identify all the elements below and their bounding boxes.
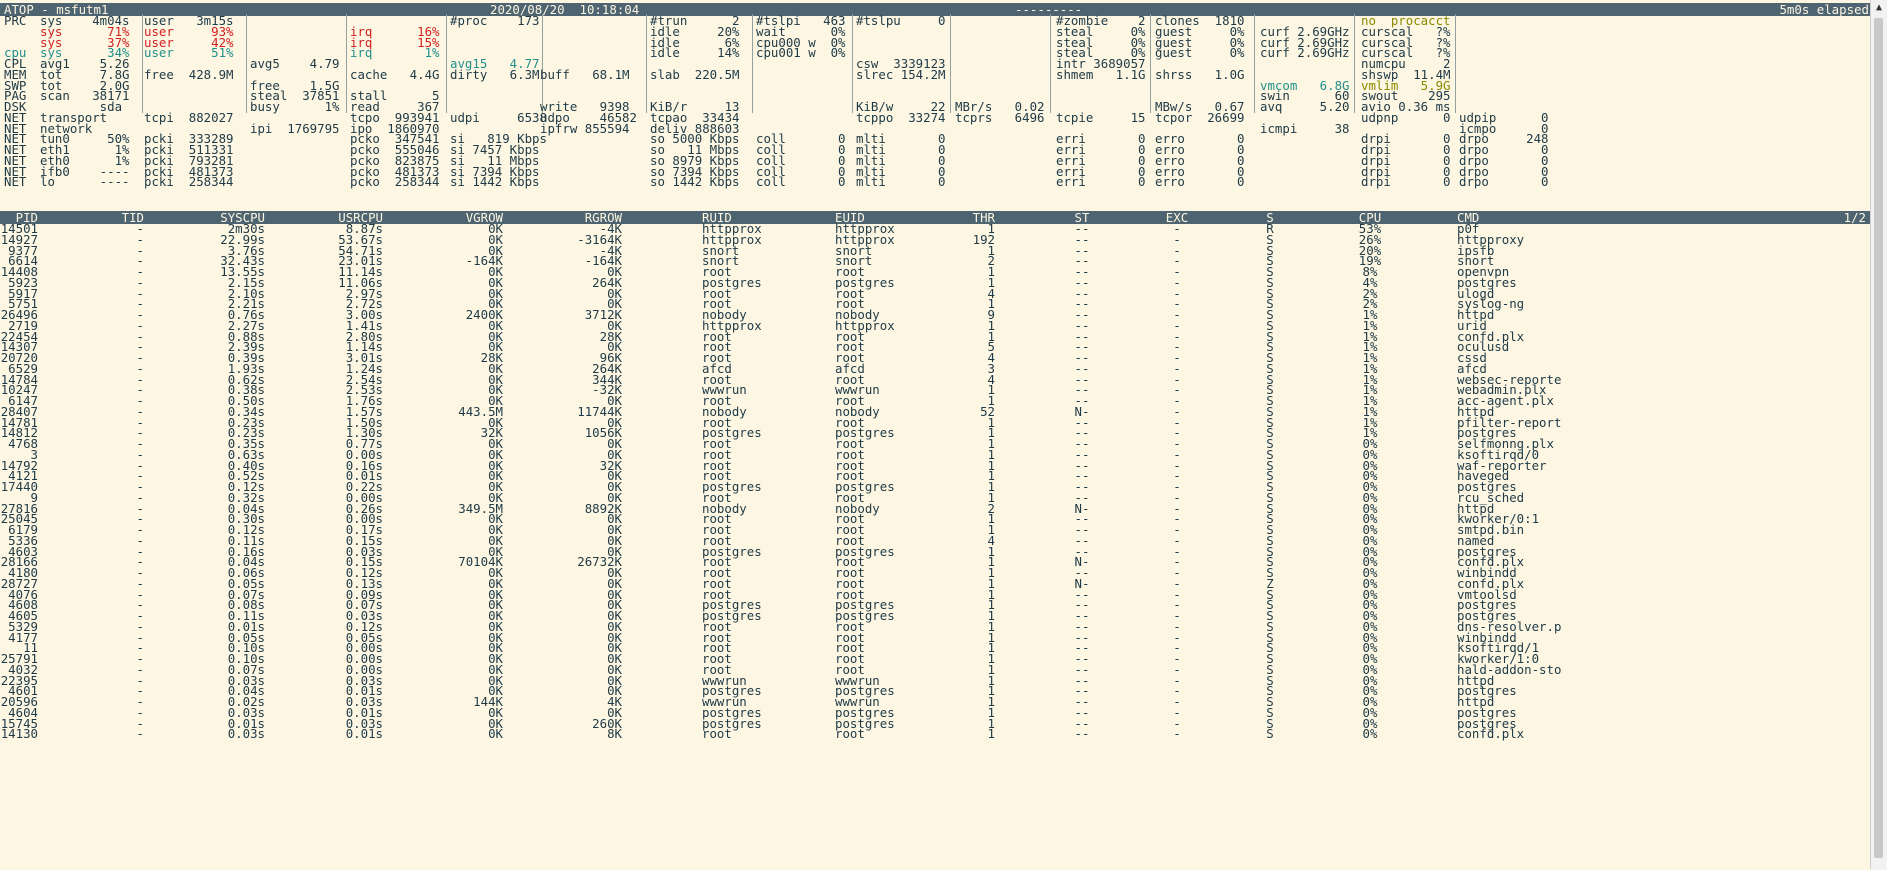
sys-metric: erro 0	[1155, 174, 1245, 190]
exc-cell: -	[1173, 726, 1181, 742]
usrcpu-cell: 0.01s	[345, 726, 383, 742]
sys-metric: so 1442 Kbps	[650, 174, 740, 190]
tid-cell: -	[136, 726, 144, 742]
sys-metric: pcko 258344	[350, 174, 440, 190]
vgrow-cell: 0K	[488, 726, 503, 742]
sys-metric: pcki 258344	[144, 174, 234, 190]
thr-cell: 1	[987, 726, 995, 742]
scroll-up-arrow-icon[interactable]: ▲	[1871, 0, 1887, 16]
sys-row-label: NET	[4, 174, 27, 190]
sys-metric: drpi 0	[1361, 174, 1451, 190]
cpu-cell: 0%	[1362, 726, 1378, 742]
euid-cell: root	[835, 726, 865, 742]
sys-metric: mlti 0	[856, 174, 946, 190]
pid-cell: 14130	[0, 726, 38, 742]
ruid-cell: root	[702, 726, 732, 742]
sys-metric: lo ----	[40, 174, 130, 190]
vertical-scrollbar[interactable]: ▲	[1870, 0, 1887, 870]
rgrow-cell: 8K	[607, 726, 622, 742]
st-cell: --	[1074, 726, 1090, 742]
scrollbar-thumb[interactable]	[1874, 18, 1883, 858]
cmd-cell: confd.plx	[1457, 726, 1525, 742]
sys-metric: si 1442 Kbps	[450, 174, 540, 190]
state-cell: S	[1266, 726, 1274, 742]
sys-metric: drpo 0	[1459, 174, 1549, 190]
atop-terminal: ATOP - msfutm1 2020/08/20 10:18:04 -----…	[0, 0, 1887, 870]
sys-metric: coll 0	[756, 174, 846, 190]
syscpu-cell: 0.03s	[227, 726, 265, 742]
sys-metric: erri 0	[1056, 174, 1146, 190]
table-row[interactable]: 14130-0.03s 0.01s 0K 8K root root 1 -- - S 0% confd…	[0, 727, 1871, 740]
sys-row: NET lo ---- pcki 258344 pcko 258344 si 1442 …	[4, 175, 1871, 188]
